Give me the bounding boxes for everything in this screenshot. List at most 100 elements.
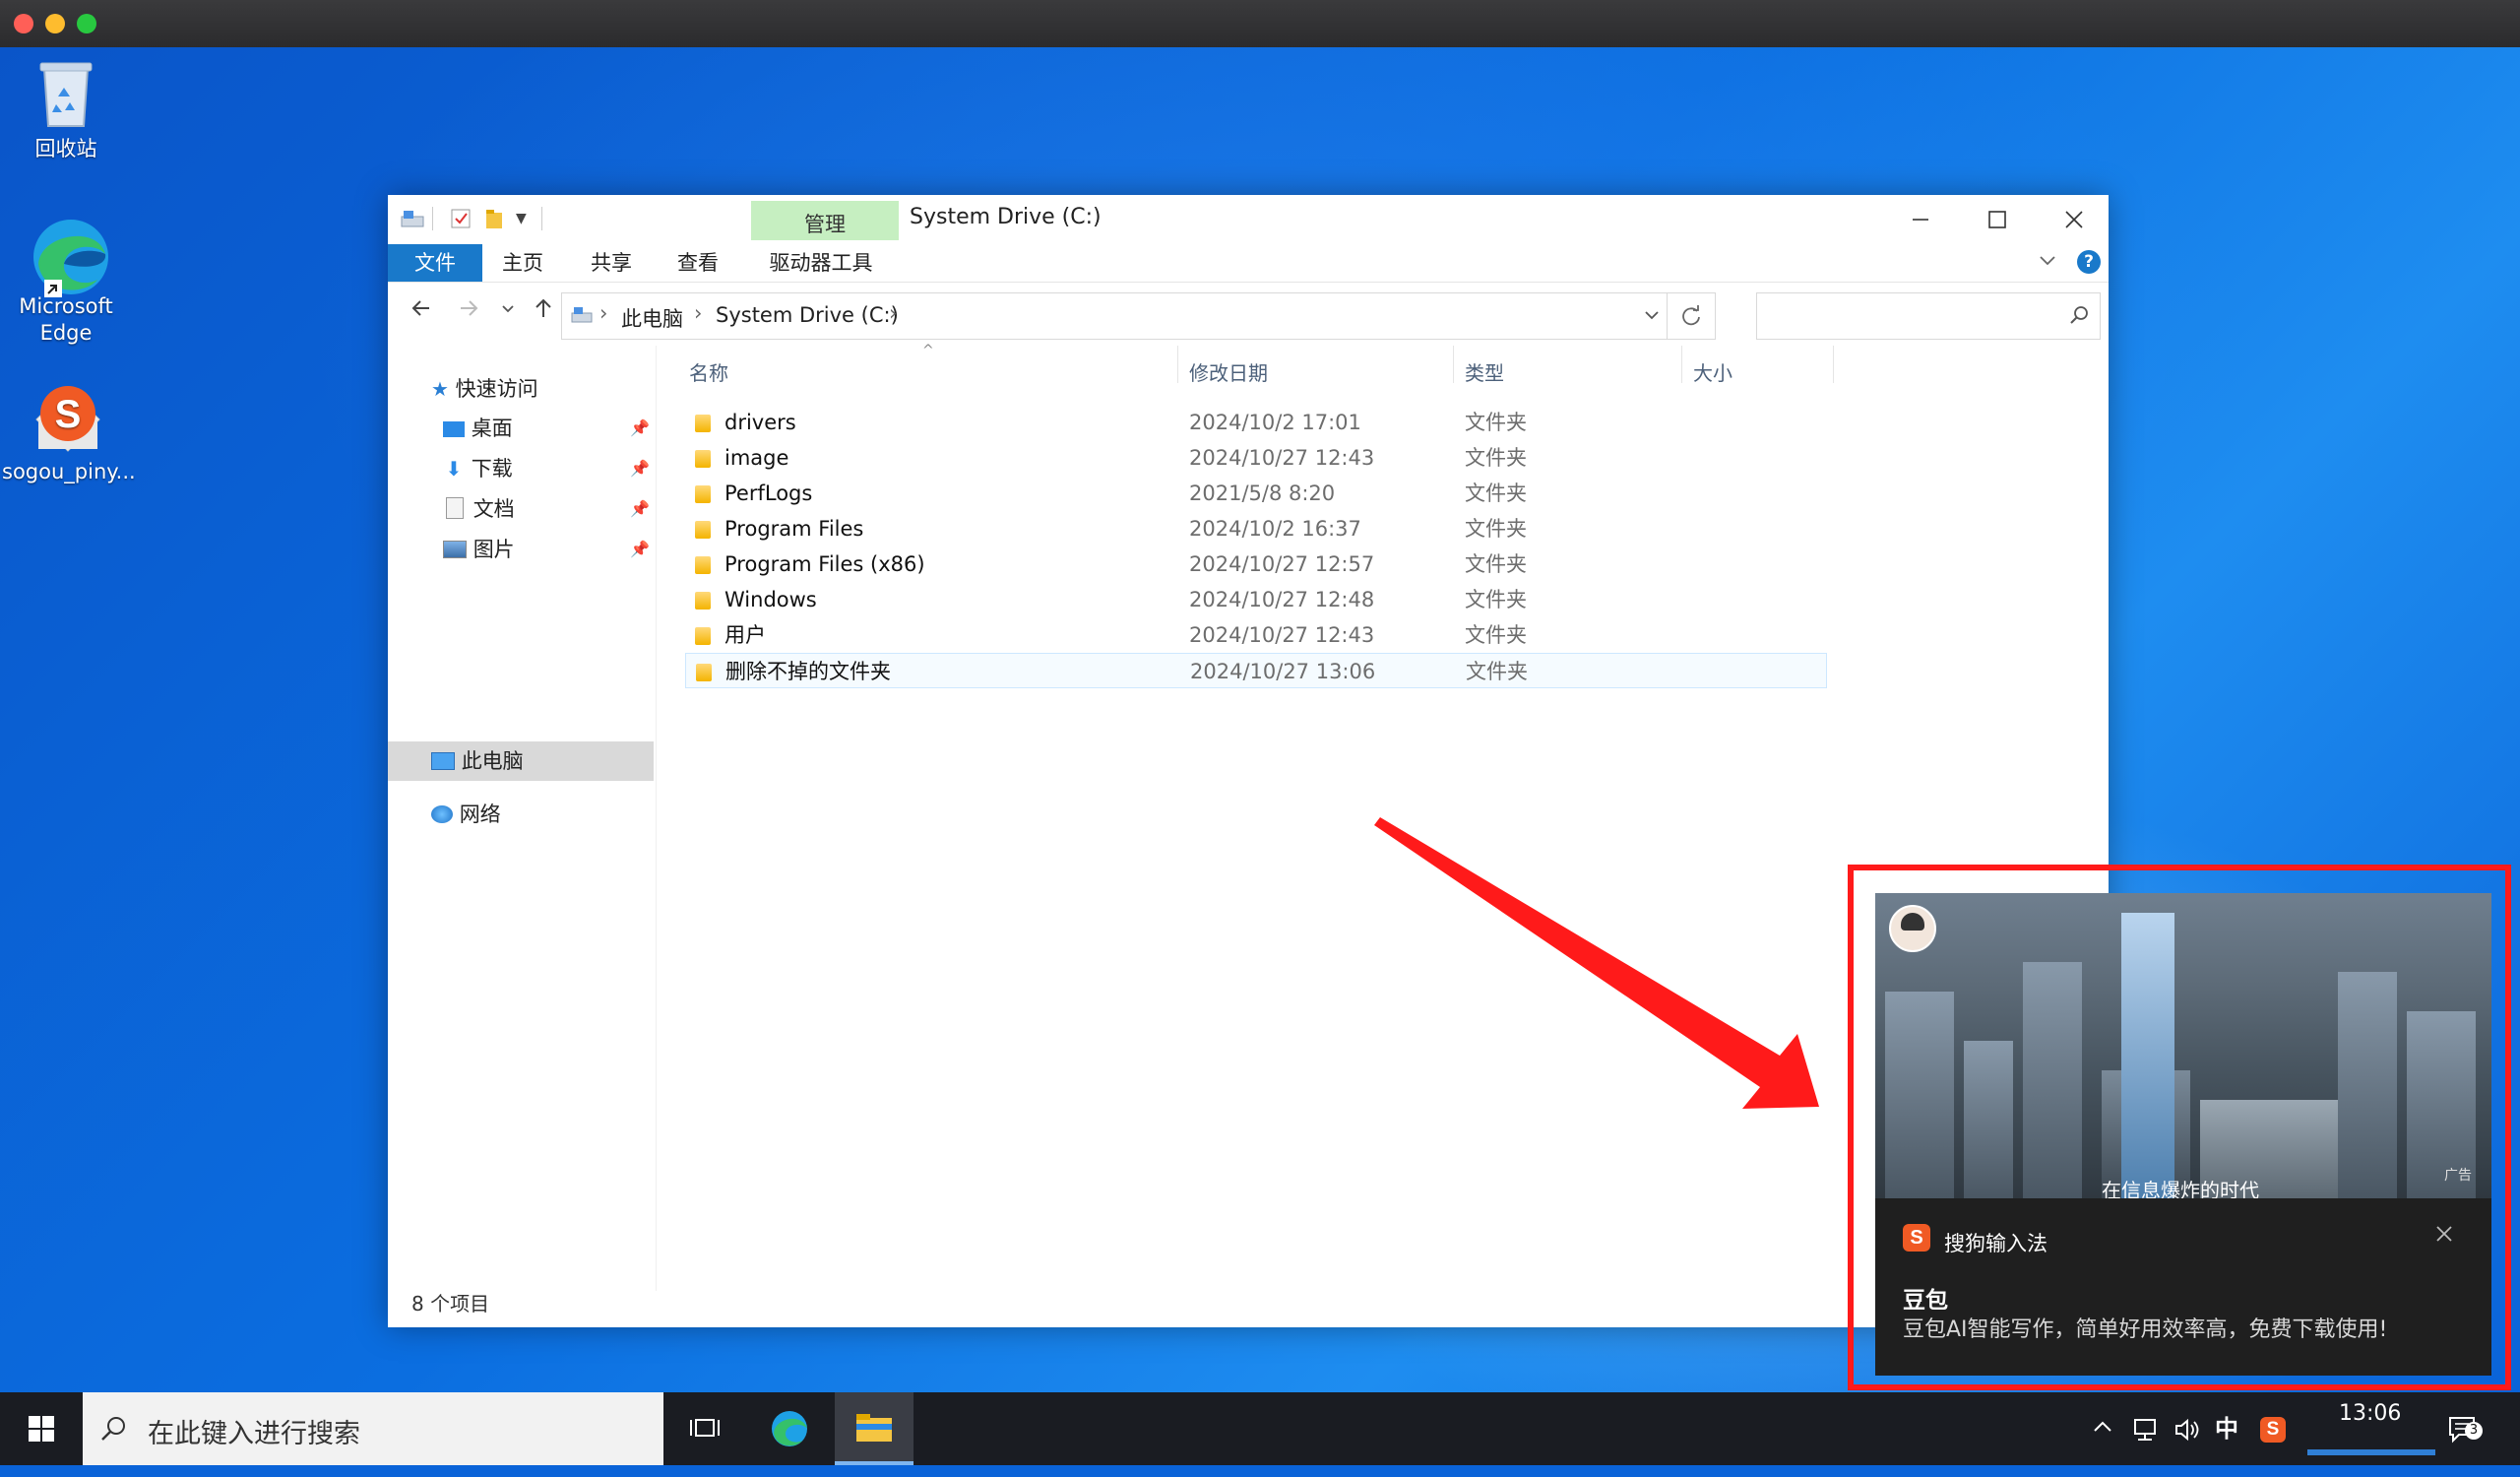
star-icon: ★ [431, 377, 449, 401]
notification-app-name: 搜狗输入法 [1944, 1232, 2048, 1255]
sogou-tray-icon[interactable]: S [2260, 1392, 2286, 1465]
file-date: 2024/10/2 16:37 [1189, 517, 1361, 541]
mac-close-button[interactable] [14, 14, 33, 33]
back-button[interactable] [410, 296, 433, 326]
file-name: 删除不掉的文件夹 [725, 660, 891, 683]
desktop-icon-recycle-bin[interactable]: 回收站 [2, 57, 130, 162]
file-row[interactable]: image 2024/10/27 12:43 文件夹 [685, 440, 1827, 476]
nav-label: 此电脑 [461, 749, 524, 773]
column-divider[interactable] [1681, 346, 1682, 383]
ad-image[interactable]: 在信息爆炸的时代 广告 [1875, 893, 2491, 1198]
pictures-icon [443, 541, 467, 558]
mac-minimize-button[interactable] [45, 14, 65, 33]
network-status-icon[interactable] [2132, 1392, 2162, 1465]
file-type: 文件夹 [1465, 623, 1527, 647]
column-header-size[interactable]: 大小 [1693, 357, 1732, 386]
file-row[interactable]: Program Files 2024/10/2 16:37 文件夹 [685, 511, 1827, 546]
file-name: Program Files [724, 517, 864, 541]
notification-toast[interactable]: 在信息爆炸的时代 广告 S 搜狗输入法 豆包 豆包AI智能写作，简单好用效率高，… [1875, 893, 2491, 1376]
desktop-icon-edge[interactable]: Microsoft Edge [2, 215, 130, 347]
nav-item-pictures[interactable]: 图片 📌 [443, 532, 650, 567]
file-row[interactable]: Program Files (x86) 2024/10/27 12:57 文件夹 [685, 546, 1827, 582]
taskbar-search-box[interactable]: 在此键入进行搜索 [83, 1392, 663, 1465]
folder-icon [695, 450, 711, 468]
nav-quick-access[interactable]: ★ 快速访问 [431, 371, 538, 407]
file-date: 2024/10/27 12:43 [1189, 623, 1375, 647]
desktop-icon-label: sogou_piny... [2, 460, 136, 483]
pin-icon[interactable]: 📌 [630, 411, 650, 446]
pin-icon[interactable]: 📌 [630, 451, 650, 486]
column-header-date[interactable]: 修改日期 [1189, 357, 1268, 386]
desktop: 回收站 Microsoft Edge S sogou_piny... ▼ 管理 … [0, 47, 2520, 1392]
up-button[interactable] [534, 296, 553, 326]
properties-icon[interactable] [449, 207, 472, 232]
nav-label: 文档 [472, 497, 515, 521]
ime-indicator[interactable]: 中 [2215, 1392, 2238, 1465]
file-row[interactable]: 用户 2024/10/27 12:43 文件夹 [685, 617, 1827, 653]
explorer-titlebar[interactable]: ▼ 管理 System Drive (C:) [388, 195, 2109, 244]
forward-button[interactable] [457, 296, 480, 326]
tab-manage[interactable]: 管理 [751, 201, 899, 240]
nav-this-pc[interactable]: 此电脑 [431, 743, 524, 779]
file-row[interactable]: drivers 2024/10/2 17:01 文件夹 [685, 405, 1827, 440]
nav-label: 下载 [471, 457, 513, 481]
file-row[interactable]: PerfLogs 2021/5/8 8:20 文件夹 [685, 476, 1827, 511]
address-bar[interactable]: › 此电脑 › System Drive (C:) › [561, 292, 1668, 340]
taskbar-explorer-button[interactable] [835, 1392, 914, 1465]
nav-item-documents[interactable]: 文档 📌 [443, 491, 650, 527]
column-header-name[interactable]: 名称 [689, 357, 728, 386]
desktop-icon-sogou[interactable]: S sogou_piny... [2, 380, 136, 485]
column-divider[interactable] [1177, 346, 1178, 383]
breadcrumb-this-pc[interactable]: 此电脑 [621, 303, 683, 333]
clock[interactable]: 13:06 [2339, 1402, 2401, 1475]
taskbar-edge-button[interactable] [750, 1392, 829, 1465]
document-icon [446, 497, 464, 519]
mac-zoom-button[interactable] [77, 14, 96, 33]
file-name: PerfLogs [724, 482, 813, 505]
nav-network[interactable]: 网络 [431, 797, 501, 832]
nav-item-downloads[interactable]: ⬇ 下载 📌 [443, 451, 650, 486]
address-dropdown-icon[interactable] [1643, 305, 1661, 329]
drive-icon [570, 304, 594, 331]
action-center-button[interactable]: 3 [2447, 1392, 2483, 1465]
maximize-button[interactable] [1959, 195, 2036, 244]
tab-share[interactable]: 共享 [577, 244, 646, 282]
refresh-icon [1682, 305, 1700, 326]
qat-dropdown-icon[interactable]: ▼ [516, 211, 527, 236]
tab-view[interactable]: 查看 [663, 244, 732, 282]
building-shape [2023, 962, 2082, 1198]
tab-home[interactable]: 主页 [488, 244, 557, 282]
task-view-button[interactable] [665, 1392, 744, 1465]
volume-icon[interactable] [2174, 1392, 2203, 1465]
start-button[interactable] [2, 1392, 81, 1465]
ribbon-expand-icon[interactable] [2038, 250, 2057, 275]
file-date: 2024/10/27 12:48 [1189, 588, 1375, 611]
nav-item-desktop[interactable]: 桌面 📌 [443, 411, 650, 446]
minimize-button[interactable] [1882, 195, 1959, 244]
tab-drive-tools[interactable]: 驱动器工具 [756, 244, 886, 282]
column-header-type[interactable]: 类型 [1465, 357, 1504, 386]
sort-ascending-icon: ^ [922, 343, 934, 358]
file-row-selected[interactable]: 删除不掉的文件夹 2024/10/27 13:06 文件夹 [685, 653, 1827, 688]
breadcrumb-system-drive[interactable]: System Drive (C:) [716, 303, 899, 327]
nav-label: 图片 [472, 538, 515, 561]
column-divider[interactable] [1833, 346, 1834, 383]
file-row[interactable]: Windows 2024/10/27 12:48 文件夹 [685, 582, 1827, 617]
tray-overflow-icon[interactable] [2091, 1392, 2114, 1465]
pin-icon[interactable]: 📌 [630, 532, 650, 567]
help-icon[interactable]: ? [2077, 250, 2101, 274]
taskbar: 在此键入进行搜索 中 S 13:06 3 [0, 1392, 2520, 1465]
new-folder-icon[interactable] [482, 207, 506, 232]
file-date: 2021/5/8 8:20 [1189, 482, 1336, 505]
tab-file[interactable]: 文件 [388, 244, 482, 282]
file-date: 2024/10/27 13:06 [1190, 660, 1376, 683]
pin-icon[interactable]: 📌 [630, 491, 650, 527]
notification-close-button[interactable] [2434, 1222, 2454, 1250]
edge-icon [29, 215, 108, 297]
refresh-button[interactable] [1668, 292, 1716, 340]
file-type: 文件夹 [1465, 446, 1527, 470]
recent-locations-icon[interactable] [500, 296, 516, 326]
search-input[interactable] [1756, 292, 2101, 340]
close-button[interactable] [2036, 195, 2112, 244]
column-divider[interactable] [1453, 346, 1454, 383]
